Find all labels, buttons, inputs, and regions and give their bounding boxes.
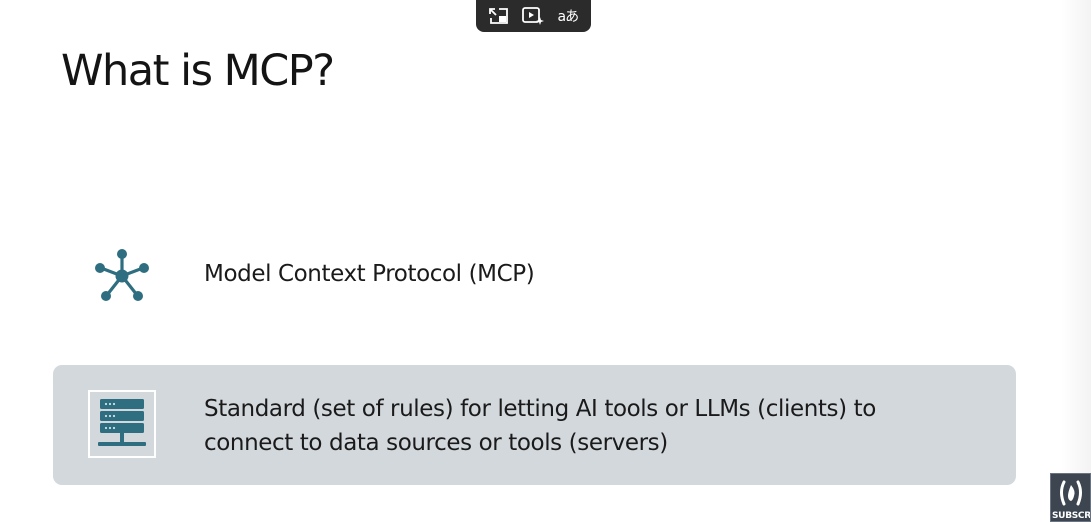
bullet-text: Model Context Protocol (MCP) (204, 261, 535, 287)
video-assistant-button[interactable] (519, 4, 547, 28)
definition-card: Standard (set of rules) for letting AI t… (53, 365, 1016, 485)
subscribe-label: SUBSCRIBE (1052, 511, 1091, 521)
exit-picture-in-picture-button[interactable] (485, 4, 513, 28)
translate-button[interactable]: aあ (554, 4, 582, 28)
definition-line-1: Standard (set of rules) for letting AI t… (204, 396, 876, 422)
server-icon (88, 390, 156, 458)
bullet-row: Model Context Protocol (MCP) (0, 240, 1091, 310)
video-overlay-toolbar: aあ (476, 0, 591, 32)
pip-exit-icon (489, 8, 509, 24)
translate-icon: aあ (557, 9, 580, 25)
definition-text: Standard (set of rules) for letting AI t… (204, 392, 994, 460)
slide-title: What is MCP? (61, 46, 335, 96)
video-sparkle-icon (522, 7, 545, 25)
subscribe-badge[interactable]: SUBSCRIBE (1050, 473, 1091, 522)
freecodecamp-logo-icon (1060, 480, 1082, 506)
slide: What is MCP? Model Context Protocol (MCP… (0, 0, 1091, 522)
hub-network-icon (95, 249, 149, 301)
definition-line-2: connect to data sources or tools (server… (204, 430, 668, 456)
